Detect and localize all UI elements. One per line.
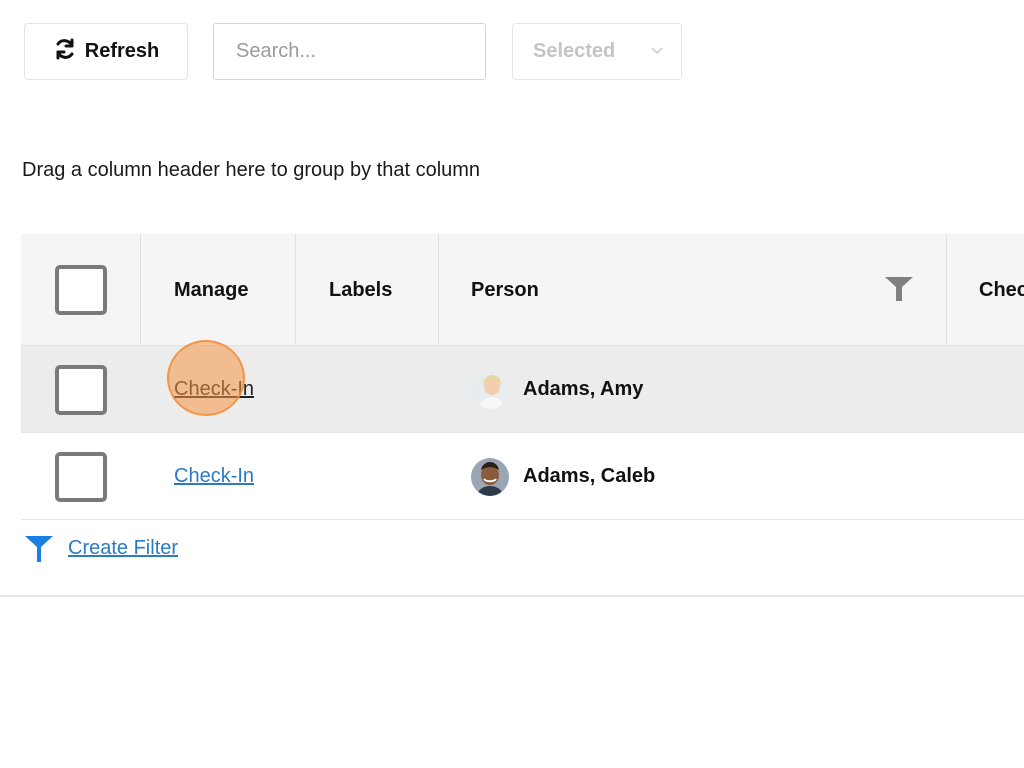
row-checkbox[interactable] <box>55 451 107 502</box>
refresh-label: Refresh <box>84 40 160 62</box>
chevron-down-icon <box>651 47 663 55</box>
check-in-link[interactable]: Check-In <box>174 378 254 401</box>
data-grid: Manage Labels Person Chec Check-In Adams… <box>21 234 1024 520</box>
row-select-cell <box>55 433 107 520</box>
avatar <box>471 457 509 496</box>
column-header-labels[interactable]: Labels <box>329 234 392 346</box>
group-by-drop-zone[interactable]: Drag a column header here to group by th… <box>22 159 480 182</box>
table-row[interactable]: Check-In Adams, Caleb <box>21 433 1024 520</box>
select-all-checkbox[interactable] <box>55 265 107 315</box>
person-name[interactable]: Adams, Amy <box>523 378 643 401</box>
column-header-person-label: Person <box>471 278 539 301</box>
column-divider <box>295 234 296 345</box>
column-divider <box>946 234 947 345</box>
person-name[interactable]: Adams, Caleb <box>523 465 655 488</box>
manage-cell: Check-In <box>174 346 254 433</box>
search-box[interactable] <box>213 23 486 80</box>
refresh-button[interactable]: Refresh <box>24 23 188 80</box>
column-divider <box>140 234 141 345</box>
create-filter-link[interactable]: Create Filter <box>68 537 178 560</box>
column-header-check[interactable]: Chec <box>979 234 1024 346</box>
person-cell: Adams, Caleb <box>471 433 655 520</box>
avatar <box>471 370 509 409</box>
row-checkbox[interactable] <box>55 364 107 415</box>
filter-icon[interactable] <box>884 276 914 302</box>
row-select-cell <box>55 346 107 433</box>
filter-icon <box>25 536 53 562</box>
check-in-link[interactable]: Check-In <box>174 465 254 488</box>
column-header-manage[interactable]: Manage <box>174 234 248 346</box>
refresh-icon <box>53 37 77 67</box>
selected-dropdown[interactable]: Selected <box>512 23 682 80</box>
manage-cell: Check-In <box>174 433 254 520</box>
grid-footer: Create Filter <box>24 532 178 564</box>
select-all-cell <box>55 234 107 346</box>
divider <box>0 595 1024 597</box>
column-header-person[interactable]: Person <box>471 234 946 346</box>
selected-dropdown-value: Selected <box>533 40 616 62</box>
grid-header: Manage Labels Person Chec <box>21 234 1024 346</box>
person-cell: Adams, Amy <box>471 346 643 433</box>
search-input[interactable] <box>236 40 463 63</box>
column-divider <box>438 234 439 345</box>
table-row[interactable]: Check-In Adams, Amy <box>21 346 1024 433</box>
